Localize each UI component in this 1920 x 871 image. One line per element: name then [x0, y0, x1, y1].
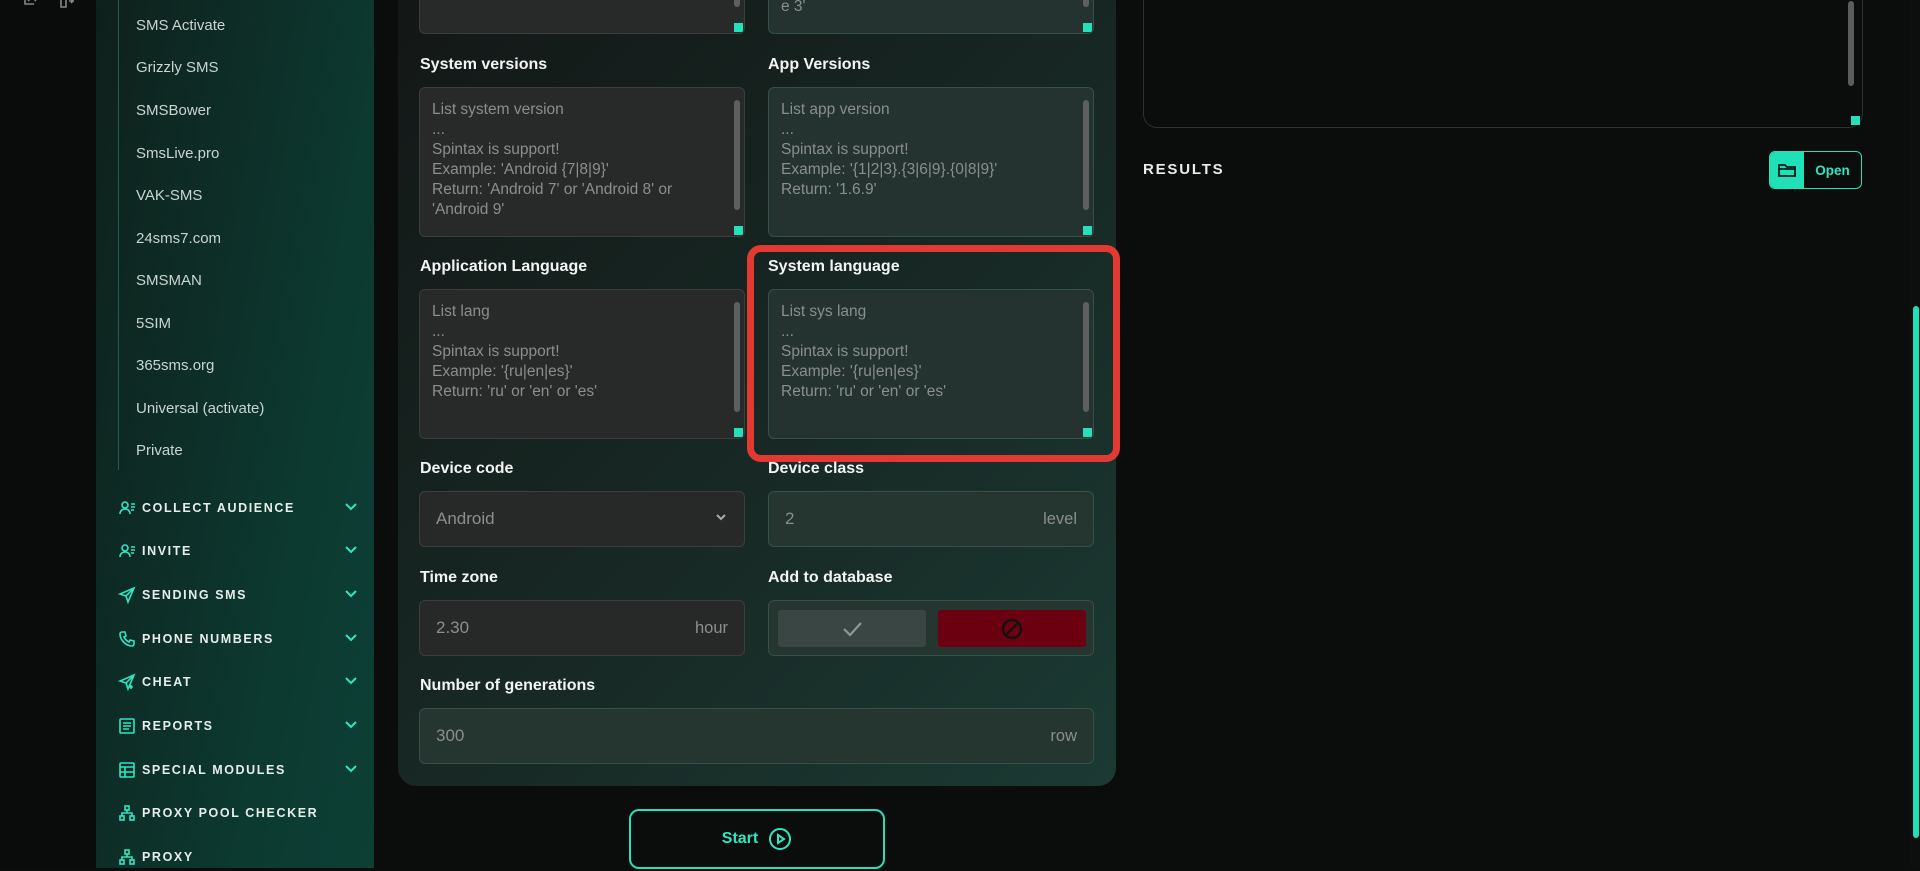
- start-button[interactable]: Start: [629, 809, 885, 869]
- scrollbar[interactable]: [1083, 100, 1089, 210]
- device-class-input[interactable]: 2 level: [768, 491, 1094, 547]
- sidebar: SMS Activate Grizzly SMS SMSBower SmsLiv…: [96, 0, 374, 868]
- sidebar-subitem[interactable]: 365sms.org: [136, 357, 214, 374]
- results-title: RESULTS: [1143, 161, 1225, 178]
- network-icon: [118, 804, 136, 822]
- add-to-database-label: Add to database: [768, 569, 893, 586]
- scrollbar[interactable]: [1083, 0, 1089, 7]
- sidebar-subitem[interactable]: VAK-SMS: [136, 187, 202, 204]
- generations-label: Number of generations: [420, 677, 596, 694]
- scrollbar[interactable]: [734, 302, 740, 412]
- collapse-icon[interactable]: [22, 0, 40, 15]
- nav-label: PHONE NUMBERS: [142, 632, 274, 646]
- sidebar-subitem[interactable]: SMSMAN: [136, 272, 202, 289]
- resize-handle[interactable]: [734, 226, 743, 235]
- nav-reports[interactable]: REPORTS: [118, 714, 358, 738]
- nav-invite[interactable]: INVITE: [118, 539, 358, 563]
- report-icon: [118, 717, 136, 735]
- submenu-line: [118, 0, 119, 470]
- app-language-textarea[interactable]: List lang ... Spintax is support! Exampl…: [419, 289, 745, 439]
- nav-label: SENDING SMS: [142, 588, 248, 602]
- scrollbar[interactable]: [734, 100, 740, 210]
- users-icon: [118, 499, 136, 517]
- nav-label: COLLECT AUDIENCE: [142, 501, 295, 515]
- device-class-label: Device class: [768, 460, 865, 477]
- highlight-box: [747, 245, 1120, 462]
- nav-label: PROXY POOL CHECKER: [142, 806, 319, 820]
- sidebar-subitem[interactable]: Universal (activate): [136, 400, 264, 417]
- resize-handle[interactable]: [1083, 226, 1092, 235]
- phone-icon: [118, 630, 136, 648]
- resize-handle[interactable]: [1083, 23, 1092, 32]
- confirm-toggle-button[interactable]: [778, 610, 926, 647]
- resize-handle[interactable]: [1851, 116, 1860, 125]
- nav-label: PROXY: [142, 850, 194, 864]
- chevron-down-icon: [344, 586, 358, 605]
- scrollbar-thumb[interactable]: [1913, 306, 1919, 838]
- nav-sending-sms[interactable]: SENDING SMS: [117, 583, 358, 607]
- scrollbar[interactable]: [1848, 1, 1854, 86]
- nav-collect-audience[interactable]: COLLECT AUDIENCE: [118, 496, 358, 520]
- folder-icon: [1770, 152, 1804, 188]
- chevron-down-icon: [344, 542, 358, 561]
- resize-handle[interactable]: [734, 23, 743, 32]
- device-class-suffix: level: [1043, 509, 1077, 528]
- nav-label: SPECIAL MODULES: [142, 763, 286, 777]
- users-icon: [118, 542, 136, 560]
- nav-cheat[interactable]: CHEAT: [117, 670, 358, 694]
- expand-icon[interactable]: [58, 0, 76, 15]
- device-code-label: Device code: [420, 460, 514, 477]
- nav-phone-numbers[interactable]: PHONE NUMBERS: [118, 627, 358, 651]
- deny-toggle-button[interactable]: [938, 610, 1086, 647]
- chevron-down-icon: [344, 717, 358, 736]
- open-results-button[interactable]: Open: [1769, 151, 1862, 189]
- forbidden-icon: [1001, 618, 1023, 639]
- sidebar-subitem[interactable]: 24sms7.com: [136, 230, 221, 247]
- nav-label: REPORTS: [142, 719, 214, 733]
- check-icon: [843, 621, 862, 637]
- top-left-textarea[interactable]: [419, 0, 745, 34]
- page-scrollbar[interactable]: [1911, 0, 1920, 868]
- send-plus-icon: [117, 673, 136, 692]
- sidebar-subitem[interactable]: Private: [136, 442, 183, 459]
- nav-label: CHEAT: [142, 675, 193, 689]
- generations-input[interactable]: 300 row: [419, 708, 1094, 764]
- nav-special-modules[interactable]: SPECIAL MODULES: [118, 758, 358, 782]
- nav-proxy-pool-checker[interactable]: PROXY POOL CHECKER: [118, 801, 358, 825]
- sidebar-subitem[interactable]: SMSBower: [136, 102, 211, 119]
- chevron-down-icon: [714, 510, 728, 529]
- system-versions-textarea[interactable]: List system version ... Spintax is suppo…: [419, 87, 745, 237]
- network-icon: [118, 848, 136, 866]
- resize-handle[interactable]: [734, 428, 743, 437]
- app-versions-label: App Versions: [768, 56, 871, 73]
- chevron-down-icon: [344, 673, 358, 692]
- system-versions-label: System versions: [420, 56, 548, 73]
- time-zone-suffix: hour: [694, 618, 728, 637]
- device-code-select[interactable]: Android: [419, 491, 745, 547]
- output-textarea[interactable]: [1143, 0, 1863, 128]
- nav-label: INVITE: [142, 544, 192, 558]
- send-icon: [117, 586, 136, 605]
- app-versions-textarea[interactable]: List app version ... Spintax is support!…: [768, 87, 1094, 237]
- sidebar-subitem[interactable]: 5SIM: [136, 315, 171, 332]
- top-right-textarea[interactable]: e 3': [768, 0, 1094, 34]
- sidebar-subitem[interactable]: SmsLive.pro: [136, 145, 219, 162]
- nav-proxy[interactable]: PROXY: [118, 845, 358, 869]
- scrollbar[interactable]: [734, 0, 740, 7]
- time-zone-label: Time zone: [420, 569, 498, 586]
- chevron-down-icon: [344, 499, 358, 518]
- sidebar-subitem[interactable]: SMS Activate: [136, 17, 225, 34]
- chevron-down-icon: [344, 630, 358, 649]
- table-icon: [118, 761, 136, 779]
- open-button-label: Open: [1815, 162, 1850, 178]
- chevron-down-icon: [344, 761, 358, 780]
- app-language-label: Application Language: [420, 258, 588, 275]
- app-rail: [0, 0, 96, 868]
- generations-suffix: row: [1050, 726, 1077, 745]
- play-icon: [769, 828, 792, 850]
- time-zone-input[interactable]: 2.30 hour: [419, 600, 745, 656]
- sidebar-subitem[interactable]: Grizzly SMS: [136, 59, 219, 76]
